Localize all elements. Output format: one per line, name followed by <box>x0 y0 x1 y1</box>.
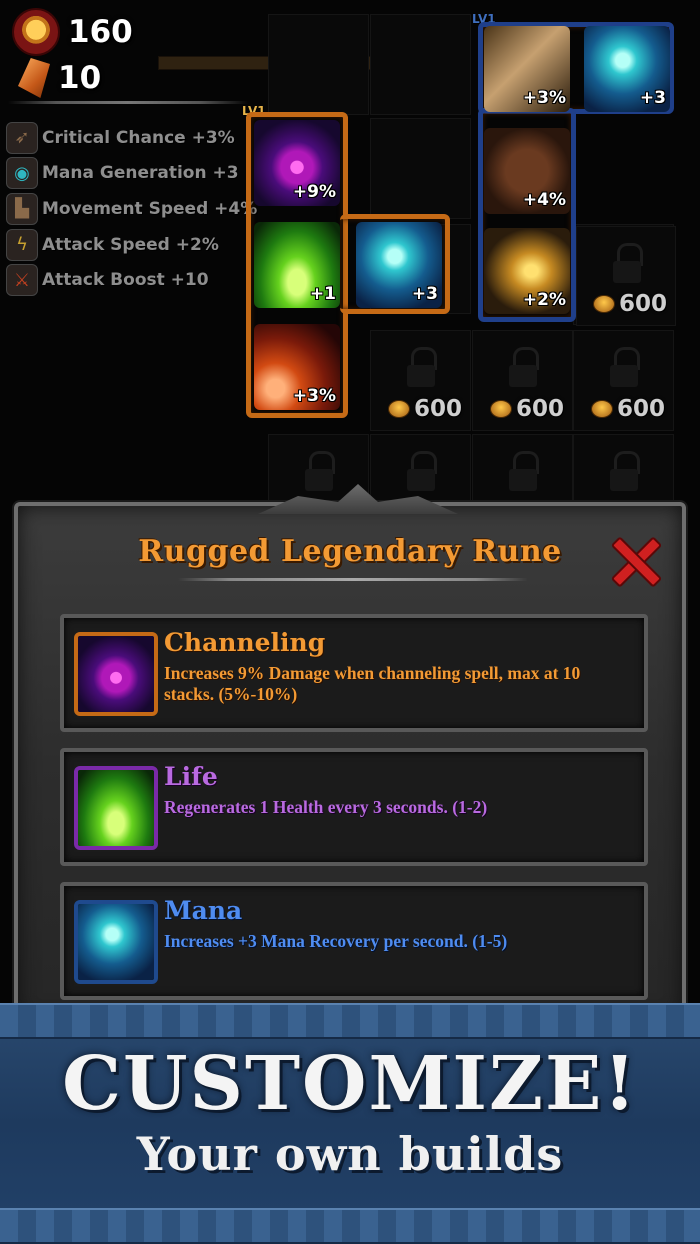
locked-cell[interactable]: 600 <box>576 226 676 326</box>
rune-critical[interactable]: +3% <box>484 26 570 112</box>
rune-description: Increases 9% Damage when channeling spel… <box>164 663 581 704</box>
grid-cell[interactable] <box>370 14 471 115</box>
gem-amount: 10 <box>58 60 102 96</box>
stat-attack-boost: ⚔ Attack Boost +10 <box>6 262 257 298</box>
rune-movement[interactable]: +4% <box>484 128 570 214</box>
lock-icon <box>303 451 335 491</box>
rune-card-life: Life Regenerates 1 Health every 3 second… <box>60 748 648 866</box>
channeling-rune-icon <box>74 632 158 716</box>
lock-icon <box>608 347 640 387</box>
coin-icon <box>592 295 615 313</box>
rune-fire[interactable]: +3% <box>254 324 340 410</box>
unlock-price: 600 <box>387 396 462 422</box>
rune-name: Mana <box>164 896 243 925</box>
rune-description: Regenerates 1 Health every 3 seconds. (1… <box>164 797 488 817</box>
mana-claw-icon: ◉ <box>6 157 38 190</box>
rune-name: Channeling <box>164 628 326 657</box>
lock-icon <box>611 243 643 283</box>
lock-icon <box>608 451 640 491</box>
rune-mana[interactable]: +3 <box>584 26 670 112</box>
stat-attack-speed: ϟ Attack Speed +2% <box>6 227 257 263</box>
life-rune-icon <box>74 766 158 850</box>
gold-counter: 160 <box>12 8 133 56</box>
crystal-icon <box>18 58 50 98</box>
stat-critical-chance: ➶ Critical Chance +3% <box>6 120 257 156</box>
locked-cell[interactable]: 600 <box>472 330 573 431</box>
rune-detail-dialog: Rugged Legendary Rune Channeling Increas… <box>14 484 686 1022</box>
stat-list: ➶ Critical Chance +3% ◉ Mana Generation … <box>6 120 257 298</box>
unlock-price: 600 <box>590 396 665 422</box>
banner-subline: Your own builds <box>136 1127 564 1181</box>
locked-cell[interactable]: 600 <box>370 330 471 431</box>
dialog-title: Rugged Legendary Rune <box>138 534 562 569</box>
lock-icon <box>507 347 539 387</box>
stat-label: Mana Generation +3 <box>42 163 239 184</box>
mana-rune-icon <box>74 900 158 984</box>
gem-counter: 10 <box>12 58 101 98</box>
stat-label: Critical Chance +3% <box>42 127 235 148</box>
stat-label: Attack Boost +10 <box>42 270 209 291</box>
lock-icon <box>507 451 539 491</box>
rune-attack-speed[interactable]: +2% <box>484 228 570 314</box>
rune-card-channeling: Channeling Increases 9% Damage when chan… <box>60 614 648 732</box>
stat-label: Movement Speed +4% <box>42 198 258 219</box>
gold-coin-icon <box>12 8 60 56</box>
locked-cell[interactable]: 600 <box>573 330 674 431</box>
lightning-icon: ϟ <box>6 228 38 261</box>
divider <box>8 101 248 104</box>
rune-mana[interactable]: +3 <box>356 222 442 308</box>
promo-banner: CUSTOMIZE! Your own builds <box>0 1003 700 1244</box>
coin-icon <box>590 400 613 418</box>
close-button[interactable] <box>610 536 658 584</box>
lock-icon <box>405 347 437 387</box>
coin-icon <box>387 400 410 418</box>
rune-card-mana: Mana Increases +3 Mana Recovery per seco… <box>60 882 648 1000</box>
bow-icon: ➶ <box>6 121 38 154</box>
unlock-price: 600 <box>592 291 667 317</box>
banner-headline: CUSTOMIZE! <box>62 1041 638 1127</box>
rune-life[interactable]: +1 <box>254 222 340 308</box>
boot-icon: ▙ <box>6 192 38 225</box>
divider <box>178 578 528 581</box>
banner-border <box>0 1208 700 1244</box>
grid-cell[interactable] <box>268 14 369 115</box>
gold-amount: 160 <box>68 14 133 50</box>
stat-mana-generation: ◉ Mana Generation +3 <box>6 156 257 192</box>
stat-label: Attack Speed +2% <box>42 234 219 255</box>
coin-icon <box>489 400 512 418</box>
banner-border <box>0 1003 700 1039</box>
grid-cell[interactable] <box>370 118 471 219</box>
lock-icon <box>405 451 437 491</box>
unlock-price: 600 <box>489 396 564 422</box>
rune-name: Life <box>164 762 218 791</box>
rune-description: Increases +3 Mana Recovery per second. (… <box>164 931 508 951</box>
rune-channeling[interactable]: +9% <box>254 120 340 206</box>
stat-movement-speed: ▙ Movement Speed +4% <box>6 191 257 227</box>
sword-icon: ⚔ <box>6 264 38 297</box>
